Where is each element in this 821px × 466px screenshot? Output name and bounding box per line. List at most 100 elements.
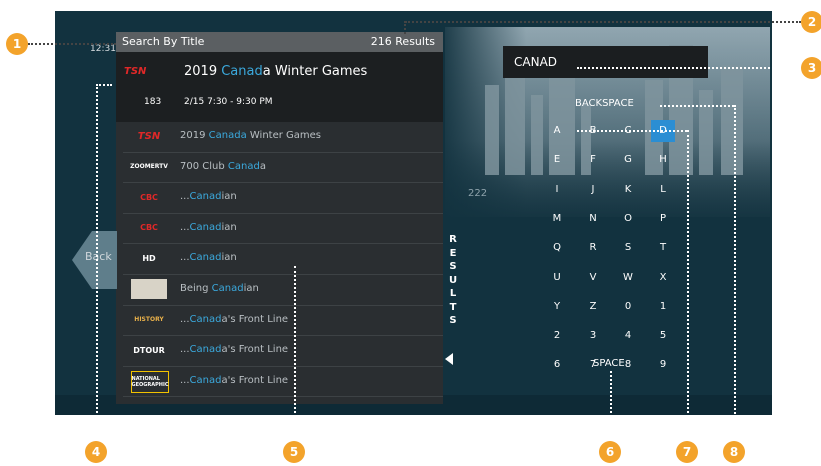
back-label[interactable]: Back [85, 250, 112, 263]
callout-1: 1 [6, 33, 28, 55]
list-item[interactable]: ZOOMERTV 700 Club Canada [123, 153, 443, 184]
list-item-title: Being Canadian [180, 282, 259, 294]
results-letter: T [449, 301, 457, 313]
tv-screen: 12:31 Search By Title 216 Results TSN 20… [55, 11, 772, 415]
key-5[interactable]: 5 [651, 325, 675, 347]
results-list: TSN 2019 Canada Winter Games ZOOMERTV 700 C… [123, 122, 443, 398]
search-by-title-label: Search By Title [122, 35, 205, 48]
list-item-title: ...Canada's Front Line [180, 313, 289, 325]
key-q[interactable]: Q [545, 237, 569, 259]
callout-4: 4 [85, 441, 107, 463]
list-item-title: 700 Club Canada [180, 160, 266, 172]
tsn-logo: TSN [124, 66, 147, 77]
key-n[interactable]: N [581, 208, 605, 230]
callout-5: 5 [283, 441, 305, 463]
key-j[interactable]: J [581, 179, 605, 201]
key-r[interactable]: R [581, 237, 605, 259]
panel-header: Search By Title 216 Results [116, 32, 443, 52]
results-vertical-label: RESULTS [447, 233, 459, 328]
leader-8b [660, 105, 734, 107]
key-p[interactable]: P [651, 208, 675, 230]
list-item[interactable]: HISTORY ...Canada's Front Line [123, 306, 443, 337]
channel-logo: HD [142, 253, 156, 263]
key-w[interactable]: W [616, 267, 640, 289]
backspace-key[interactable]: BACKSPACE [575, 98, 634, 109]
list-item-title: ...Canadian [180, 252, 237, 264]
callout-7: 7 [676, 441, 698, 463]
featured-result[interactable]: TSN 2019 Canada Winter Games 183 2/15 7:… [116, 52, 443, 122]
channel-logo: HISTORY [134, 316, 164, 324]
key-v[interactable]: V [581, 267, 605, 289]
list-item-title: ...Canada's Front Line [180, 344, 289, 356]
featured-channel: 183 [144, 97, 162, 107]
leader-2b [404, 21, 406, 34]
key-4[interactable]: 4 [616, 325, 640, 347]
clock: 12:31 [90, 44, 116, 54]
results-panel: Search By Title 216 Results TSN 2019 Can… [116, 32, 443, 404]
leader-7b [577, 130, 687, 132]
leader-1 [28, 43, 116, 45]
leader-8 [734, 105, 736, 441]
key-l[interactable]: L [651, 179, 675, 201]
list-item[interactable]: NATIONAL GEOGRAPHIC ...Canada's Front Lin… [123, 367, 443, 398]
results-letter: L [449, 288, 457, 299]
key-x[interactable]: X [651, 267, 675, 289]
results-letter: R [449, 234, 457, 245]
list-item[interactable]: CBC ...Canadian [123, 183, 443, 214]
results-letter: S [449, 261, 457, 272]
results-count: 216 Results [370, 35, 435, 48]
leader-4 [96, 84, 98, 441]
key-m[interactable]: M [545, 208, 569, 230]
results-letter: E [449, 247, 457, 259]
key-i[interactable]: I [545, 179, 569, 201]
key-6[interactable]: 6 [545, 354, 569, 376]
key-o[interactable]: O [616, 208, 640, 230]
leader-5 [294, 266, 296, 441]
channel-logo: TSN [137, 130, 161, 142]
channel-logo [131, 278, 167, 299]
channel-logo: CBC [140, 223, 158, 233]
list-item[interactable]: DTOUR ...Canada's Front Line [123, 336, 443, 367]
list-item-title: ...Canada's Front Line [180, 374, 289, 386]
key-g[interactable]: G [616, 149, 640, 171]
key-u[interactable]: U [545, 267, 569, 289]
list-item[interactable]: TSN 2019 Canada Winter Games [123, 122, 443, 153]
key-f[interactable]: F [581, 149, 605, 171]
list-item[interactable]: CBC ...Canadian [123, 214, 443, 245]
space-key[interactable]: SPACE [593, 358, 625, 369]
key-0[interactable]: 0 [616, 296, 640, 318]
leader-3 [577, 67, 801, 69]
key-y[interactable]: Y [545, 296, 569, 318]
key-z[interactable]: Z [581, 296, 605, 318]
key-2[interactable]: 2 [545, 325, 569, 347]
results-letter: U [448, 274, 458, 286]
leader-6 [610, 371, 612, 441]
results-letter: S [449, 315, 457, 326]
featured-time: 2/15 7:30 - 9:30 PM [184, 97, 273, 107]
key-3[interactable]: 3 [581, 325, 605, 347]
key-e[interactable]: E [545, 149, 569, 171]
channel-number-box: 222 [468, 188, 488, 199]
results-arrow-icon[interactable] [445, 353, 453, 365]
list-item-title: ...Canadian [180, 221, 237, 233]
list-item[interactable]: HD ...Canadian [123, 244, 443, 275]
key-t[interactable]: T [651, 237, 675, 259]
key-s[interactable]: S [616, 237, 640, 259]
search-input[interactable]: CANAD [503, 46, 708, 78]
list-item-title: ...Canadian [180, 191, 237, 203]
leader-2 [405, 21, 801, 23]
channel-logo: NATIONAL GEOGRAPHIC [131, 370, 169, 393]
callout-3: 3 [801, 57, 821, 79]
key-h[interactable]: H [651, 149, 675, 171]
key-a[interactable]: A [545, 120, 569, 142]
callout-2: 2 [801, 11, 821, 33]
channel-logo: ZOOMERTV [130, 163, 168, 171]
key-k[interactable]: K [616, 179, 640, 201]
callout-6: 6 [599, 441, 621, 463]
list-item[interactable]: Being Canadian [123, 275, 443, 306]
key-9[interactable]: 9 [651, 354, 675, 376]
key-1[interactable]: 1 [651, 296, 675, 318]
channel-logo: DTOUR [133, 345, 165, 355]
list-item-title: 2019 Canada Winter Games [180, 130, 322, 141]
featured-title: 2019 Canada Winter Games [184, 64, 368, 79]
